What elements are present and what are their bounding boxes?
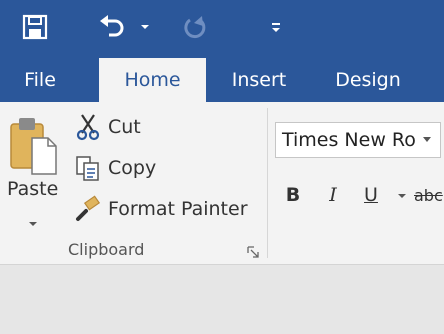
customize-qat-button[interactable] — [266, 0, 286, 54]
save-icon — [22, 14, 48, 40]
copy-label: Copy — [108, 157, 157, 179]
paste-button[interactable]: Paste — [4, 112, 64, 232]
ribbon-tabs: File Home Insert Design — [0, 58, 444, 102]
font-name-value: Times New Ro — [282, 129, 416, 151]
title-bar — [0, 0, 444, 58]
italic-button[interactable]: I — [320, 180, 346, 210]
save-button[interactable] — [12, 0, 58, 54]
dialog-launcher-icon[interactable] — [247, 246, 259, 258]
chevron-down-icon[interactable] — [397, 192, 407, 200]
cut-label: Cut — [108, 116, 141, 138]
tab-insert[interactable]: Insert — [216, 58, 302, 102]
clipboard-group-label: Clipboard — [68, 240, 145, 259]
chevron-down-icon[interactable] — [418, 135, 436, 145]
tab-home[interactable]: Home — [99, 58, 206, 102]
undo-button[interactable] — [92, 0, 132, 54]
tab-design[interactable]: Design — [318, 58, 418, 102]
group-separator — [267, 108, 268, 258]
font-name-combobox[interactable]: Times New Ro — [275, 122, 441, 158]
tab-file[interactable]: File — [8, 58, 72, 102]
format-painter-button[interactable]: Format Painter — [74, 194, 248, 224]
chevron-down-icon — [29, 222, 37, 226]
customize-qat-icon — [272, 23, 280, 32]
chevron-down-icon — [141, 25, 149, 29]
undo-dropdown[interactable] — [136, 0, 154, 54]
paste-label: Paste — [7, 178, 59, 200]
paste-icon — [10, 118, 57, 175]
copy-button[interactable]: Copy — [74, 153, 156, 183]
paintbrush-icon — [76, 195, 101, 221]
copy-icon — [76, 156, 99, 181]
format-painter-label: Format Painter — [108, 198, 248, 220]
underline-button[interactable]: U — [358, 180, 384, 210]
bold-button[interactable]: B — [280, 180, 306, 210]
strikethrough-button[interactable]: abc — [414, 180, 444, 210]
undo-icon — [100, 15, 124, 37]
scissors-icon — [76, 114, 100, 141]
redo-button[interactable] — [176, 0, 214, 54]
cut-button[interactable]: Cut — [74, 112, 141, 142]
redo-icon — [184, 16, 206, 39]
